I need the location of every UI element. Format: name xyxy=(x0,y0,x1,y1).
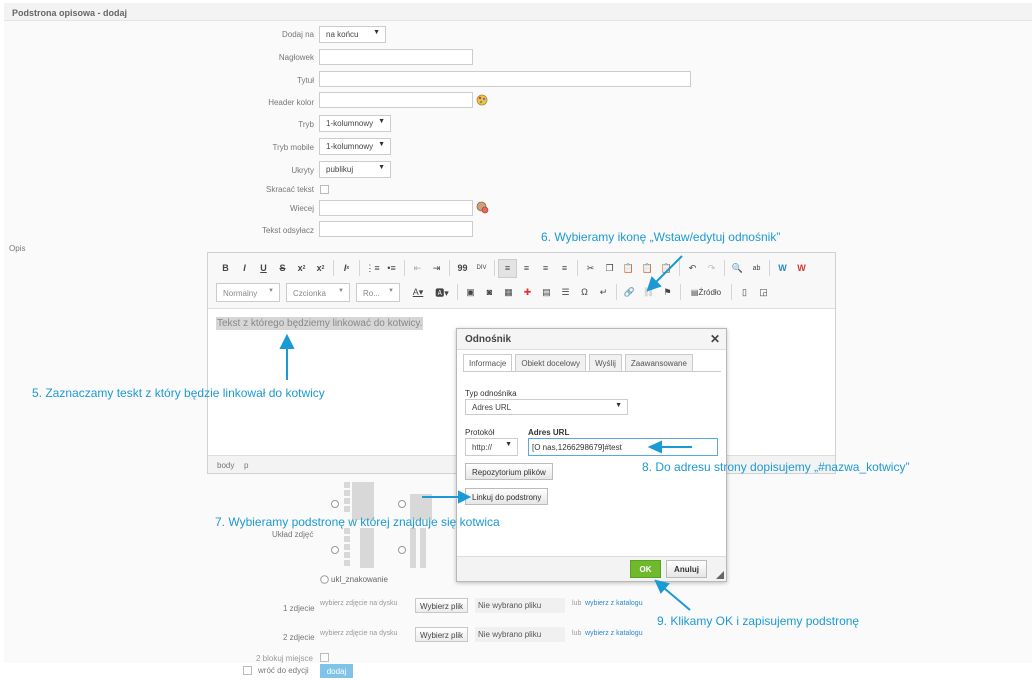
arrow-step7-head xyxy=(458,490,472,504)
annotation-step6: 6. Wybieramy ikonę „Wstaw/edytuj odnośni… xyxy=(541,230,781,244)
annotation-step8: 8. Do adresu strony dopisujemy „#nazwa_k… xyxy=(642,460,910,474)
annotation-step9: 9. Klikamy OK i zapisujemy podstronę xyxy=(657,614,860,628)
annotation-step7: 7. Wybieramy podstronę w której znajduje… xyxy=(215,515,500,529)
annotation-arrows xyxy=(279,255,692,611)
arrow-step9 xyxy=(663,587,691,611)
annotation-step5: 5. Zaznaczamy teskt z który będzie linko… xyxy=(32,386,325,400)
arrow-step5-head xyxy=(279,333,295,349)
arrow-step8-head xyxy=(647,440,662,454)
arrow-step6 xyxy=(654,255,683,284)
